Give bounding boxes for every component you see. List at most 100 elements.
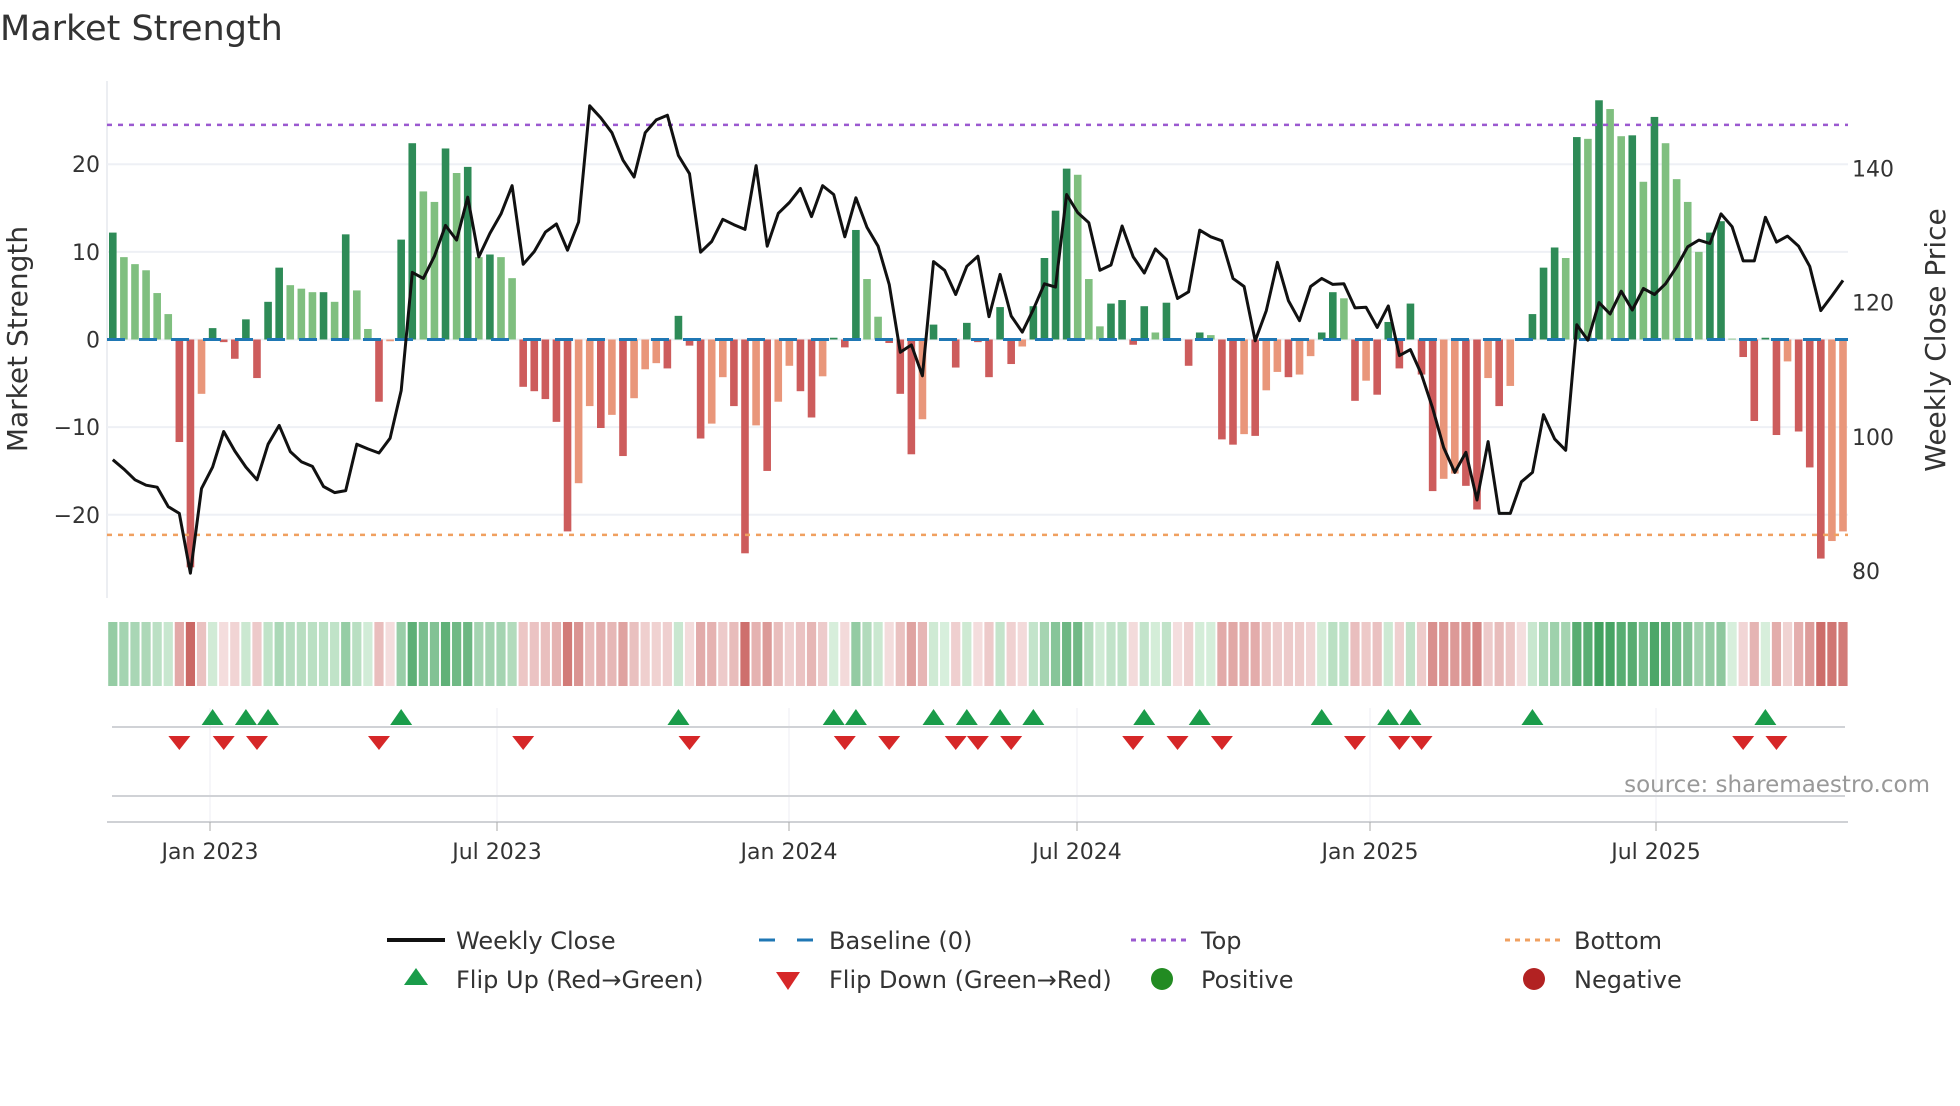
heat-cell (1394, 622, 1404, 686)
heat-cell (1294, 622, 1305, 686)
strength-bar (1772, 339, 1781, 436)
heat-cell (1505, 622, 1515, 686)
heat-cell (1328, 622, 1338, 686)
flip-down-marker (678, 736, 701, 750)
y-axis-title: Market Strength (1, 226, 34, 452)
legend-label: Negative (1574, 966, 1682, 994)
heat-cell (1350, 622, 1360, 686)
market-strength-chart: Market Strength 20100−10−20 14012010080 … (0, 9, 1952, 994)
heat-cell (1782, 622, 1793, 686)
strength-bar (785, 339, 794, 366)
heat-cell (1816, 622, 1826, 686)
strength-bar (1151, 332, 1160, 340)
source-label: source: sharemaestro.com (1624, 772, 1930, 798)
heat-cell (1494, 622, 1504, 686)
strength-bar (286, 285, 295, 340)
heat-cell (829, 622, 839, 686)
heat-cell (1727, 622, 1737, 686)
heat-cell (729, 622, 739, 686)
heat-cell (840, 622, 850, 686)
y2-tick-label: 120 (1852, 292, 1894, 317)
heat-cell (1261, 622, 1271, 686)
heat-cell (407, 622, 417, 686)
heat-cell (818, 622, 828, 686)
strength-bar (1306, 339, 1315, 357)
flip-down-marker (944, 736, 967, 750)
strength-bar (441, 148, 450, 340)
strength-bar (1761, 337, 1770, 340)
chart-title: Market Strength (0, 9, 283, 49)
heat-cell (1017, 622, 1027, 686)
heat-cell (1483, 622, 1493, 686)
heat-cell (962, 622, 972, 686)
heat-cell (119, 622, 129, 686)
strength-bar (1218, 339, 1226, 440)
strength-bar (1273, 339, 1282, 372)
strength-bar (219, 339, 228, 343)
strength-bar (818, 339, 827, 377)
heat-cell (596, 622, 606, 686)
flip-down-marker (1410, 736, 1433, 750)
heat-cell (585, 622, 595, 686)
heat-cell (762, 622, 772, 686)
strength-bar (497, 257, 505, 340)
heat-cell (1694, 622, 1704, 686)
strength-bar (1728, 338, 1736, 340)
strength-bar (364, 328, 372, 340)
strength-bar (1251, 339, 1259, 436)
strength-bar (696, 339, 705, 439)
legend-weekly-close: Weekly Close (387, 927, 616, 955)
heat-cell (1383, 622, 1393, 686)
flip-up-marker (234, 709, 257, 725)
y2-axis-title: Weekly Close Price (1919, 208, 1952, 471)
flip-down-marker (1732, 736, 1755, 750)
strength-bar (996, 307, 1004, 340)
strength-bar (1650, 116, 1659, 340)
x-tick: Jan 2025 (1320, 822, 1418, 865)
heat-cell (241, 622, 251, 686)
strength-bar (1373, 339, 1381, 395)
legend-flip-up: Flip Up (Red→Green) (404, 966, 704, 994)
legend-negative: Negative (1523, 966, 1682, 994)
heat-cell (1616, 622, 1626, 686)
strength-bar (719, 339, 727, 378)
strength-bar (1584, 138, 1592, 340)
y2-tick-label: 100 (1852, 426, 1894, 451)
strength-bar (242, 319, 250, 340)
heat-cell (1461, 622, 1471, 686)
strength-bar (1717, 221, 1725, 340)
strength-bar (1573, 137, 1581, 340)
strength-bar (1606, 109, 1614, 340)
strength-bar (475, 257, 483, 340)
strength-bar (796, 339, 805, 392)
strength-bar (619, 339, 627, 457)
legend-top: Top (1131, 927, 1242, 955)
heat-cell (1050, 622, 1061, 686)
strength-bar (552, 339, 561, 422)
heat-cell (562, 622, 573, 686)
flip-down-marker (245, 736, 268, 750)
heat-cell (1827, 622, 1837, 686)
y2-tick-label: 140 (1852, 157, 1894, 182)
legend-label: Baseline (0) (829, 927, 972, 955)
heat-cell (773, 622, 783, 686)
strength-bar (319, 292, 328, 340)
heat-cell (318, 622, 329, 686)
strength-bar (807, 339, 816, 418)
strength-bar (1451, 339, 1459, 474)
strength-bar (1406, 303, 1415, 340)
x-tick: Jul 2025 (1609, 822, 1701, 865)
heat-cell (1805, 622, 1815, 686)
x-tick: Jul 2023 (450, 822, 542, 865)
strength-bar (674, 315, 683, 340)
strength-bar (1262, 339, 1271, 391)
strength-bar (707, 339, 716, 424)
strength-bar (1839, 339, 1847, 532)
heat-cell (618, 622, 628, 686)
circle-icon (1151, 968, 1173, 990)
y-axis-ticks: 20 10 0 −10 −20 (54, 153, 100, 529)
strength-bar (574, 339, 583, 484)
heat-cell (141, 622, 151, 686)
strength-bar (630, 339, 638, 399)
strength-bar (109, 232, 117, 340)
